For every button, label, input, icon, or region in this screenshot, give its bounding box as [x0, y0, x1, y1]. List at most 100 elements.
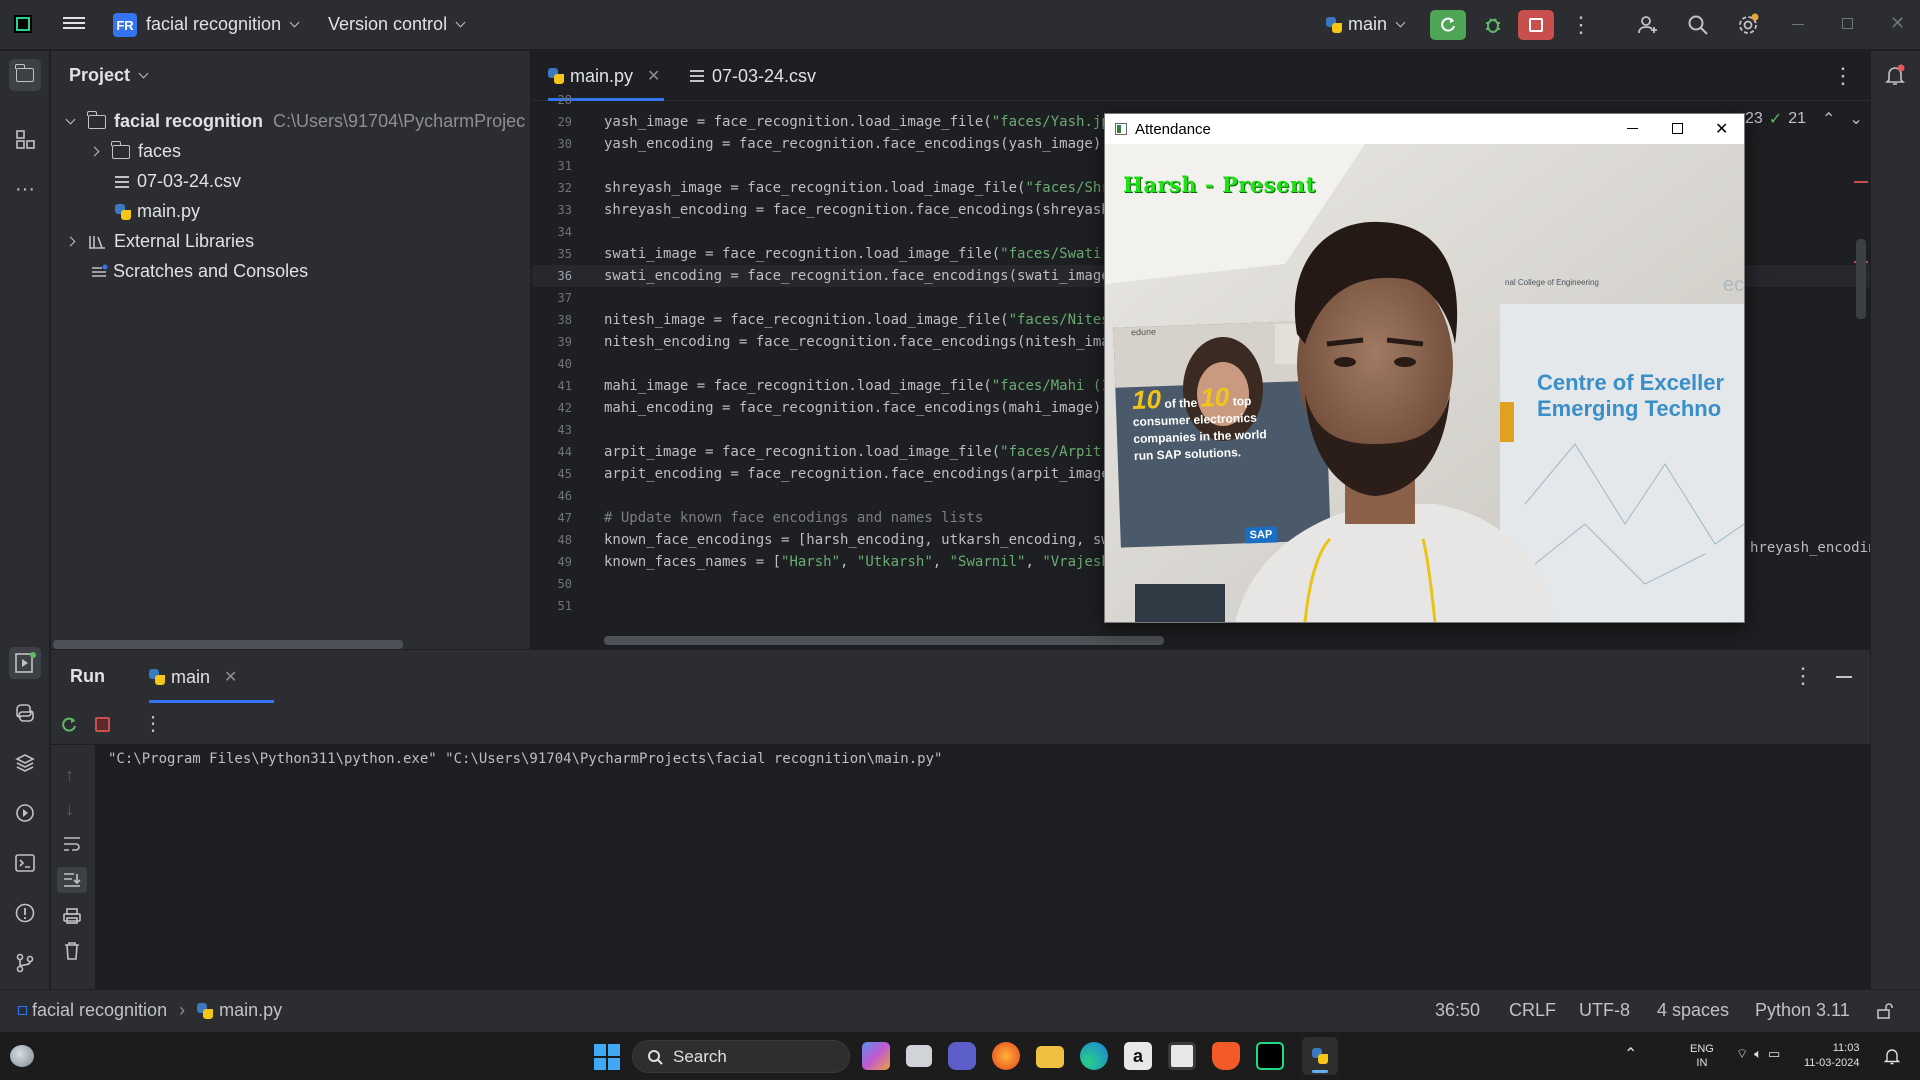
maximize-icon[interactable]	[1672, 123, 1683, 134]
maximize-window-icon[interactable]	[1842, 18, 1853, 29]
chevron-up-icon[interactable]: ⌃	[1822, 109, 1835, 129]
unlock-icon[interactable]	[1876, 1002, 1894, 1020]
breadcrumb-file[interactable]: main.py	[219, 1000, 282, 1021]
python-interpreter[interactable]: Python 3.11	[1755, 1000, 1850, 1021]
print-icon[interactable]	[62, 907, 82, 925]
notifications-icon[interactable]	[1883, 63, 1907, 87]
hide-panel-icon[interactable]	[1836, 676, 1852, 678]
tree-item-main-py[interactable]: main.py	[115, 201, 200, 222]
attendance-window[interactable]: Attendance ✕ Harsh - Present edune 10 of…	[1104, 113, 1745, 623]
project-tool-button[interactable]	[9, 59, 41, 91]
close-icon[interactable]: ✕	[647, 66, 660, 86]
services-button[interactable]	[9, 797, 41, 829]
chevron-up-icon[interactable]: ⌃	[1624, 1044, 1637, 1064]
run-config-selector[interactable]: main	[1326, 14, 1406, 35]
edge-app-icon[interactable]	[1080, 1042, 1108, 1070]
tree-item-scratches[interactable]: Scratches and Consoles	[91, 261, 308, 282]
language-indicator[interactable]: ENG IN	[1690, 1042, 1714, 1070]
chevron-down-icon[interactable]: ⌄	[1849, 109, 1862, 129]
line-number: 37	[557, 291, 572, 305]
search-icon	[648, 1049, 663, 1065]
widgets-app-icon[interactable]	[862, 1042, 890, 1070]
trash-icon[interactable]	[63, 941, 81, 961]
problems-icon	[15, 903, 35, 923]
arrow-up-icon[interactable]: ↑	[65, 765, 74, 786]
editor-tabs-menu-icon[interactable]: ⋮	[1832, 63, 1854, 89]
run-tool-button[interactable]	[9, 647, 41, 679]
line-number: 46	[557, 489, 572, 503]
amazon-app-icon[interactable]: a	[1124, 1042, 1152, 1070]
tree-item-external-libraries[interactable]: External Libraries	[65, 231, 254, 252]
terminal-button[interactable]	[9, 847, 41, 879]
taskbar-search[interactable]: Search	[632, 1040, 850, 1073]
main-menu-icon[interactable]	[63, 14, 85, 34]
more-actions-button[interactable]: ⋮	[1563, 10, 1599, 40]
tree-root[interactable]: facial recognition C:\Users\91704\Pychar…	[65, 110, 525, 132]
editor-horizontal-scrollbar[interactable]	[604, 636, 1164, 645]
tab-csv[interactable]: 07-03-24.csv	[690, 51, 816, 101]
run-toolbar: ⋮	[51, 703, 1870, 745]
right-tool-strip	[1870, 51, 1920, 989]
tree-item-faces[interactable]: faces	[89, 140, 181, 162]
version-control-menu[interactable]: Version control	[328, 14, 466, 35]
add-user-button[interactable]	[1630, 10, 1666, 40]
python-icon	[1312, 1048, 1328, 1064]
project-pane-title[interactable]: Project	[69, 65, 149, 86]
breadcrumb-project[interactable]: facial recognition	[32, 1000, 167, 1021]
settings-button[interactable]	[1730, 10, 1766, 40]
recognition-overlay-text: Harsh - Present	[1123, 172, 1316, 197]
indent-setting[interactable]: 4 spaces	[1657, 1000, 1729, 1021]
run-icon	[15, 652, 36, 673]
run-panel: Run main ✕ ⋮ ⋮ ↑ ↓ "C:\Program Files\Pyt…	[51, 650, 1870, 990]
run-tab-main[interactable]: main ✕	[149, 651, 274, 703]
tab-label: 07-03-24.csv	[712, 65, 817, 86]
clock[interactable]: 11:03 11-03-2024	[1804, 1041, 1859, 1071]
start-button[interactable]	[594, 1044, 620, 1070]
notification-bell-icon[interactable]	[1884, 1047, 1900, 1065]
scroll-to-end-button[interactable]	[57, 867, 87, 893]
cursor-position[interactable]: 36:50	[1435, 1000, 1480, 1021]
file-explorer-app-icon[interactable]	[1036, 1046, 1064, 1068]
run-panel-options-icon[interactable]: ⋮	[1792, 663, 1814, 689]
rerun-icon[interactable]	[59, 715, 79, 735]
python-packages-button[interactable]	[9, 747, 41, 779]
problems-button[interactable]	[9, 897, 41, 929]
vertical-scrollbar[interactable]	[1856, 239, 1866, 319]
soft-wrap-icon[interactable]	[62, 835, 82, 853]
python-console-button[interactable]	[9, 697, 41, 729]
close-icon[interactable]: ✕	[1715, 119, 1728, 139]
stop-icon[interactable]	[95, 717, 110, 732]
project-switcher[interactable]: facial recognition	[146, 14, 300, 35]
system-tray-icons[interactable]: ⌔🔈︎▭	[1736, 1046, 1786, 1062]
task-view-icon[interactable]	[906, 1045, 932, 1067]
git-button[interactable]	[9, 947, 41, 979]
brave-app-icon[interactable]	[1212, 1042, 1240, 1070]
teams-app-icon[interactable]	[948, 1042, 976, 1070]
rerun-button[interactable]	[1430, 10, 1466, 40]
close-window-icon[interactable]: ✕	[1890, 13, 1905, 34]
structure-tool-button[interactable]	[9, 123, 41, 155]
line-separator[interactable]: CRLF	[1509, 1000, 1556, 1021]
tree-item-csv[interactable]: 07-03-24.csv	[115, 171, 241, 192]
more-tools-button[interactable]: ···	[9, 173, 41, 205]
file-encoding[interactable]: UTF-8	[1579, 1000, 1630, 1021]
arrow-down-icon[interactable]: ↓	[65, 799, 74, 820]
python-window-taskbar-button[interactable]	[1302, 1037, 1338, 1075]
code-overflow-text: hreyash_encoding	[1750, 540, 1885, 556]
minimize-window-icon[interactable]	[1792, 24, 1804, 25]
more-vertical-icon[interactable]: ⋮	[143, 711, 163, 736]
pycharm-taskbar-icon[interactable]	[1256, 1042, 1284, 1070]
search-everywhere-button[interactable]	[1680, 10, 1716, 40]
weather-widget-icon[interactable]	[10, 1045, 34, 1067]
close-icon[interactable]: ✕	[224, 667, 237, 687]
stop-button[interactable]	[1518, 10, 1554, 40]
firefox-app-icon[interactable]	[992, 1042, 1020, 1070]
horizontal-scrollbar[interactable]	[53, 640, 403, 649]
layers-icon	[15, 754, 35, 772]
debug-button[interactable]	[1475, 10, 1511, 40]
python-icon	[149, 669, 165, 685]
minimize-icon[interactable]	[1627, 128, 1638, 129]
attendance-title-bar[interactable]: Attendance ✕	[1105, 114, 1744, 144]
inspection-widget[interactable]: 23 ✓ 21 ⌃ ⌄	[1745, 109, 1863, 129]
store-app-icon[interactable]	[1168, 1042, 1196, 1070]
